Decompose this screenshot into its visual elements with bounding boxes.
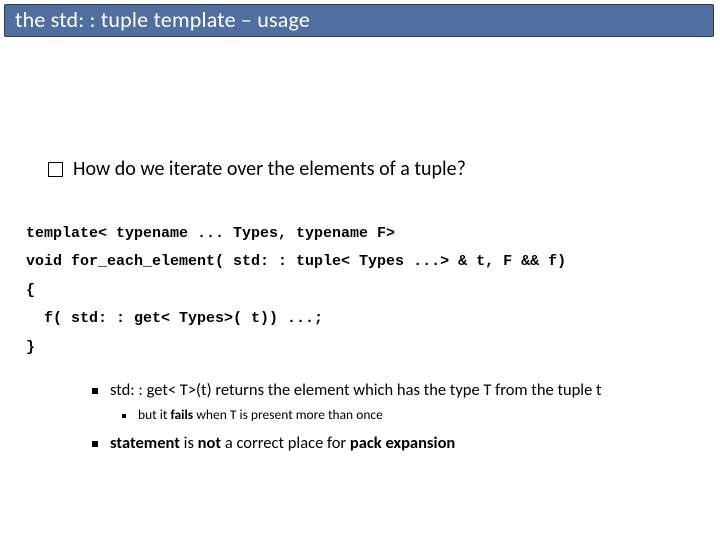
bullet-icon (92, 388, 98, 394)
code-line: } (26, 339, 35, 356)
note-item: std: : get< T>(t) returns the element wh… (92, 380, 700, 400)
code-line: template< typename ... Types, typename F… (26, 225, 395, 242)
code-line: { (26, 282, 35, 299)
code-block: template< typename ... Types, typename F… (26, 191, 700, 362)
code-line: f( std: : get< Types>( t)) ...; (26, 310, 323, 327)
bullet-icon (92, 441, 98, 447)
t: not (198, 433, 225, 453)
code-line: void for_each_element( std: : tuple< Typ… (26, 253, 566, 270)
t: when T is present more than once (196, 406, 383, 423)
note-item: statement is not a correct place for pac… (92, 433, 700, 453)
note-subtext: but it fails when T is present more than… (138, 406, 383, 423)
question-text: How do we iterate over the elements of a… (73, 157, 466, 181)
notes-list: std: : get< T>(t) returns the element wh… (92, 380, 700, 453)
slide-title: the std: : tuple template – usage (15, 6, 703, 33)
t: statement (110, 433, 184, 453)
t: pack expansion (350, 433, 455, 453)
spacer (20, 57, 700, 157)
note-text: statement is not a correct place for pac… (110, 433, 455, 453)
note-text: std: : get< T>(t) returns the element wh… (110, 380, 602, 400)
t: but it (138, 406, 170, 423)
checkbox-icon (48, 162, 63, 177)
slide-body: How do we iterate over the elements of a… (0, 37, 720, 453)
question-bullet: How do we iterate over the elements of a… (48, 157, 700, 181)
title-bar: the std: : tuple template – usage (4, 4, 714, 37)
t: fails (170, 406, 196, 423)
note-subitem: but it fails when T is present more than… (122, 406, 700, 423)
t: is (184, 433, 198, 453)
slide: the std: : tuple template – usage How do… (0, 4, 720, 540)
bullet-icon (122, 414, 126, 418)
t: a correct place for (225, 433, 350, 453)
